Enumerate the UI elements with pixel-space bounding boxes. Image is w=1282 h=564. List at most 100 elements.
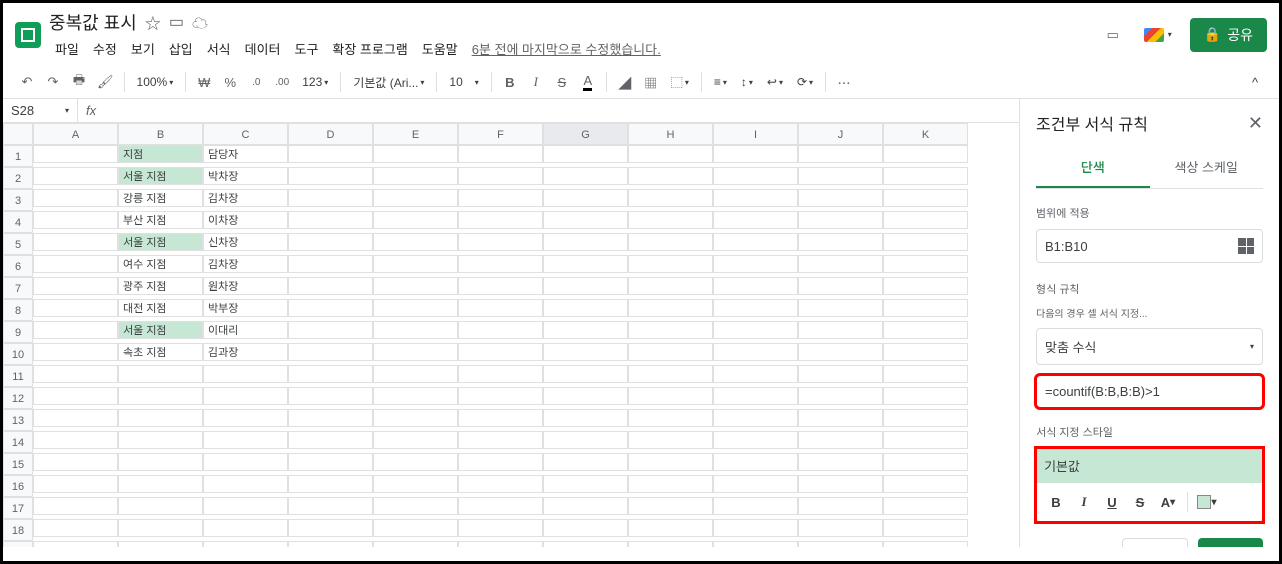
cell[interactable] bbox=[288, 343, 373, 361]
menu-help[interactable]: 도움말 bbox=[416, 37, 464, 60]
menu-view[interactable]: 보기 bbox=[125, 37, 161, 60]
cell[interactable] bbox=[33, 189, 118, 207]
cell[interactable] bbox=[713, 475, 798, 493]
cell[interactable] bbox=[543, 365, 628, 383]
cell[interactable] bbox=[798, 453, 883, 471]
italic-button[interactable]: I bbox=[524, 70, 548, 94]
style-bold-button[interactable]: B bbox=[1043, 489, 1069, 515]
cell[interactable] bbox=[628, 431, 713, 449]
cell[interactable] bbox=[288, 321, 373, 339]
tab-color-scale[interactable]: 색상 스케일 bbox=[1150, 147, 1264, 188]
cell[interactable] bbox=[798, 387, 883, 405]
menu-tools[interactable]: 도구 bbox=[289, 37, 325, 60]
undo-button[interactable]: ↶ bbox=[15, 70, 39, 94]
cell[interactable] bbox=[33, 387, 118, 405]
cell[interactable] bbox=[798, 145, 883, 163]
range-input[interactable]: B1:B10 bbox=[1036, 229, 1263, 263]
cell[interactable]: 이차장 bbox=[203, 211, 288, 229]
column-header[interactable]: J bbox=[798, 123, 883, 145]
cell[interactable] bbox=[288, 255, 373, 273]
cell[interactable] bbox=[118, 431, 203, 449]
cell[interactable] bbox=[373, 409, 458, 427]
cell[interactable] bbox=[543, 519, 628, 537]
cell[interactable] bbox=[628, 387, 713, 405]
cell[interactable] bbox=[288, 167, 373, 185]
cell[interactable] bbox=[883, 453, 968, 471]
cell[interactable]: 서울 지점 bbox=[118, 167, 203, 185]
cell[interactable] bbox=[458, 321, 543, 339]
cell[interactable] bbox=[458, 519, 543, 537]
cell[interactable]: 원차장 bbox=[203, 277, 288, 295]
cell[interactable] bbox=[628, 167, 713, 185]
zoom-dropdown[interactable]: 100%▾ bbox=[131, 70, 180, 94]
cell[interactable] bbox=[713, 453, 798, 471]
cell[interactable] bbox=[288, 277, 373, 295]
cell[interactable] bbox=[458, 453, 543, 471]
cell[interactable] bbox=[543, 299, 628, 317]
collapse-toolbar-button[interactable]: ^ bbox=[1243, 70, 1267, 94]
cell[interactable] bbox=[798, 431, 883, 449]
cell[interactable] bbox=[543, 145, 628, 163]
cell[interactable] bbox=[288, 497, 373, 515]
cell[interactable] bbox=[288, 145, 373, 163]
column-header[interactable]: F bbox=[458, 123, 543, 145]
cell[interactable] bbox=[373, 167, 458, 185]
cell[interactable]: 담당자 bbox=[203, 145, 288, 163]
font-dropdown[interactable]: 기본값 (Ari...▾ bbox=[347, 70, 430, 94]
cell[interactable] bbox=[118, 497, 203, 515]
cell[interactable] bbox=[798, 189, 883, 207]
cell[interactable] bbox=[883, 321, 968, 339]
column-header[interactable]: G bbox=[543, 123, 628, 145]
cell[interactable] bbox=[288, 453, 373, 471]
cell[interactable] bbox=[118, 365, 203, 383]
tab-single-color[interactable]: 단색 bbox=[1036, 147, 1150, 188]
cell[interactable] bbox=[713, 541, 798, 547]
paint-format-button[interactable]: 🖌 bbox=[93, 70, 118, 94]
cell[interactable] bbox=[713, 431, 798, 449]
cell[interactable] bbox=[288, 233, 373, 251]
star-icon[interactable]: ☆ bbox=[145, 10, 161, 34]
cell[interactable] bbox=[33, 277, 118, 295]
cell[interactable] bbox=[883, 365, 968, 383]
row-header[interactable]: 14 bbox=[3, 431, 33, 453]
fill-color-button[interactable]: ◢ bbox=[613, 70, 637, 94]
cell[interactable] bbox=[203, 431, 288, 449]
cell[interactable] bbox=[883, 343, 968, 361]
cell[interactable] bbox=[33, 167, 118, 185]
menu-edit[interactable]: 수정 bbox=[87, 37, 123, 60]
cell[interactable] bbox=[373, 519, 458, 537]
font-size-dropdown[interactable]: 10▾ bbox=[443, 70, 484, 94]
cell[interactable] bbox=[543, 321, 628, 339]
menu-extensions[interactable]: 확장 프로그램 bbox=[326, 37, 413, 60]
cell[interactable]: 이대리 bbox=[203, 321, 288, 339]
cell[interactable] bbox=[33, 145, 118, 163]
row-header[interactable]: 2 bbox=[3, 167, 33, 189]
cell[interactable] bbox=[373, 321, 458, 339]
h-align-button[interactable]: ≡▾ bbox=[708, 70, 733, 94]
cell[interactable] bbox=[373, 453, 458, 471]
cell[interactable] bbox=[883, 167, 968, 185]
cell[interactable] bbox=[798, 321, 883, 339]
done-button[interactable]: 완료 bbox=[1198, 538, 1263, 547]
comment-history-icon[interactable]: ▭ bbox=[1100, 22, 1126, 48]
cell[interactable] bbox=[798, 343, 883, 361]
formula-bar[interactable] bbox=[104, 107, 1019, 115]
cell[interactable] bbox=[543, 167, 628, 185]
cell[interactable] bbox=[118, 387, 203, 405]
cell[interactable] bbox=[883, 541, 968, 547]
cell[interactable] bbox=[628, 277, 713, 295]
cell[interactable] bbox=[118, 541, 203, 547]
cell[interactable] bbox=[713, 299, 798, 317]
cell[interactable] bbox=[713, 387, 798, 405]
cell[interactable] bbox=[458, 255, 543, 273]
cell[interactable] bbox=[798, 519, 883, 537]
cell[interactable] bbox=[628, 189, 713, 207]
cell[interactable] bbox=[798, 497, 883, 515]
menu-format[interactable]: 서식 bbox=[201, 37, 237, 60]
row-header[interactable]: 15 bbox=[3, 453, 33, 475]
cell[interactable] bbox=[543, 233, 628, 251]
cell[interactable]: 서울 지점 bbox=[118, 233, 203, 251]
cell[interactable] bbox=[713, 211, 798, 229]
cell[interactable] bbox=[713, 167, 798, 185]
row-header[interactable]: 1 bbox=[3, 145, 33, 167]
